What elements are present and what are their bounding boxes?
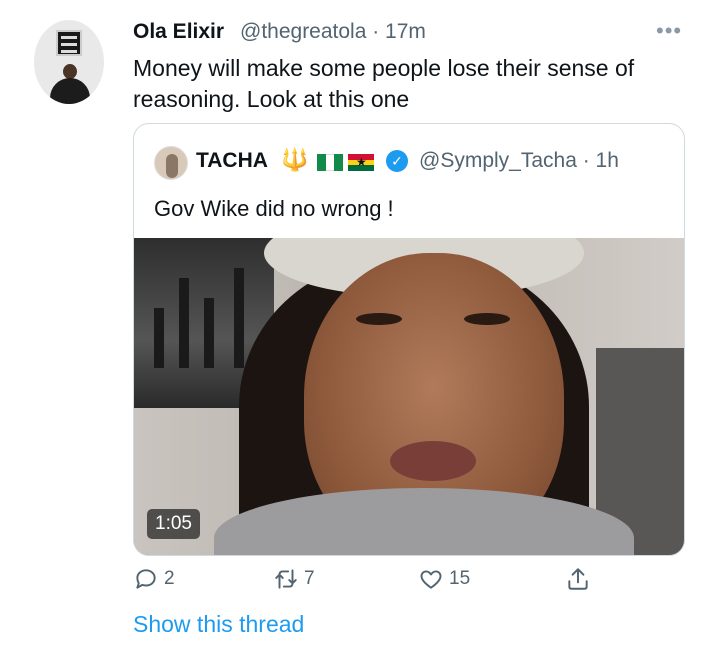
share-icon — [568, 568, 588, 590]
avatar-poster — [56, 30, 82, 56]
video-player[interactable]: 1:05 — [134, 238, 684, 555]
verified-badge-icon: ✓ — [386, 150, 408, 172]
quoted-author-name[interactable]: TACHA — [196, 149, 268, 173]
trident-emoji: 🔱 — [281, 147, 309, 172]
retweet-count: 7 — [304, 568, 315, 589]
tweet-author-handle[interactable]: @thegreatola · 17m — [240, 20, 426, 44]
quoted-tweet-text: Gov Wike did no wrong ! — [154, 196, 394, 221]
ghana-flag-icon: ★ — [348, 154, 374, 171]
show-thread-link[interactable]: Show this thread — [133, 611, 304, 638]
video-duration: 1:05 — [147, 509, 200, 539]
like-button[interactable]: 15 — [418, 566, 470, 592]
like-count: 15 — [449, 568, 471, 589]
tweet-author-avatar[interactable] — [34, 20, 104, 104]
share-button[interactable] — [565, 566, 591, 592]
retweet-icon — [275, 569, 297, 589]
quoted-tweet[interactable]: TACHA 🔱 ★ ✓ @Symply_Tacha · 1h Gov Wike … — [133, 123, 685, 556]
reply-icon — [136, 569, 156, 589]
tweet-text: Money will make some people lose their s… — [133, 55, 635, 112]
nigeria-flag-icon — [317, 154, 344, 171]
tweet-author-name[interactable]: Ola Elixir — [133, 20, 224, 44]
heart-icon — [420, 570, 442, 589]
reply-button[interactable]: 2 — [133, 566, 175, 592]
reply-count: 2 — [164, 568, 175, 589]
quoted-author-handle[interactable]: @Symply_Tacha · 1h — [419, 149, 619, 173]
quoted-author-avatar[interactable] — [154, 146, 188, 180]
tweet-actions: 2 7 15 — [0, 566, 720, 600]
ellipsis-icon[interactable]: ••• — [656, 18, 682, 44]
retweet-button[interactable]: 7 — [273, 566, 315, 592]
